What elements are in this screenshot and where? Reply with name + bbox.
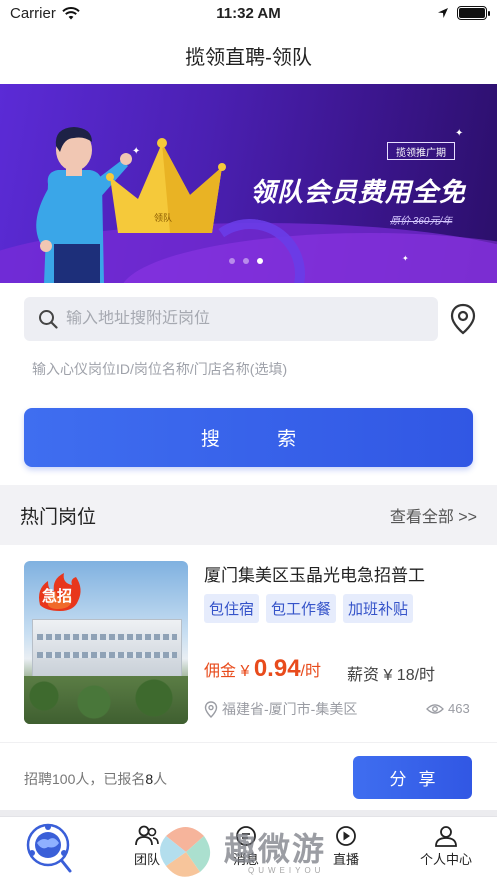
tab-profile[interactable]: 个人中心 xyxy=(420,825,472,868)
nav-bar: 揽领直聘-领队 xyxy=(0,26,497,84)
recruit-info-prefix: 招聘100人，已报名 xyxy=(24,771,146,787)
address-search-input[interactable] xyxy=(66,310,426,328)
signed-up-count: 8 xyxy=(145,771,154,787)
tab-profile-label: 个人中心 xyxy=(420,852,473,867)
sparkle-icon: ✦ xyxy=(132,146,141,157)
team-icon xyxy=(135,825,159,846)
crown-illustration: 领队 xyxy=(106,138,226,233)
factory-building xyxy=(32,619,182,677)
eye-icon xyxy=(426,703,444,714)
tab-team[interactable]: 团队 xyxy=(134,825,160,868)
promo-banner[interactable]: 领队 ✦ ✦ ✦ 揽领推广期 领队会员费用全免 原价 360元/年 xyxy=(0,84,497,283)
recruit-info-suffix: 人 xyxy=(153,771,168,787)
search-section: 搜 索 xyxy=(0,283,497,485)
tab-bar: 团队 消息 直播 个人中心 xyxy=(0,816,497,883)
app-screen: Carrier 11:32 AM 揽领直聘-领队 领队 ✦ ✦ ✦ 揽领推广期 … xyxy=(0,0,497,883)
recruit-info: 招聘100人，已报名8人 xyxy=(24,769,167,789)
profile-icon xyxy=(435,826,457,847)
crown-label: 领队 xyxy=(154,212,172,223)
original-price: 原价 360元/年 xyxy=(390,216,453,227)
job-location: 福建省-厦门市-集美区 xyxy=(204,699,357,719)
urgent-label: 急招 xyxy=(42,588,73,605)
hot-jobs-title: 热门岗位 xyxy=(20,506,97,528)
status-left: Carrier xyxy=(10,5,80,22)
job-tags: 包住宿 包工作餐 加班补贴 xyxy=(204,594,414,623)
sparkle-icon: ✦ xyxy=(455,128,464,139)
live-icon xyxy=(336,826,356,846)
carousel-dot[interactable] xyxy=(243,258,249,264)
urgent-badge: 急招 xyxy=(34,571,86,613)
salary: 薪资 ¥ 18/时 xyxy=(347,667,436,684)
wifi-icon xyxy=(62,6,80,19)
job-thumbnail: 急招 xyxy=(24,561,188,724)
location-arrow-icon xyxy=(438,8,448,18)
view-count-value: 463 xyxy=(448,701,470,716)
battery-level xyxy=(459,8,485,18)
recruit-row: 招聘100人，已报名8人 分享 xyxy=(0,742,497,810)
tab-live-label: 直播 xyxy=(333,852,360,867)
commission-currency: ¥ xyxy=(240,663,250,680)
tab-home[interactable] xyxy=(24,821,74,877)
commission-unit: /时 xyxy=(300,663,321,680)
job-tag: 加班补贴 xyxy=(343,594,414,623)
hot-jobs-header: 热门岗位 查看全部 >> xyxy=(0,485,497,545)
trees xyxy=(24,676,188,724)
job-title[interactable]: 厦门集美区玉晶光电急招普工 xyxy=(204,561,425,586)
location-text: 福建省-厦门市-集美区 xyxy=(222,701,358,717)
search-button[interactable]: 搜 索 xyxy=(24,408,473,467)
commission: 佣金 ¥ 0.94/时 xyxy=(204,655,321,683)
tab-message[interactable]: 消息 xyxy=(233,825,259,868)
battery-icon xyxy=(457,6,490,20)
tab-live[interactable]: 直播 xyxy=(333,825,359,868)
location-pin-icon xyxy=(204,700,218,718)
job-card[interactable]: 急招 厦门集美区玉晶光电急招普工 包住宿 包工作餐 加班补贴 佣金 ¥ 0.94… xyxy=(0,545,497,742)
carousel-dots xyxy=(229,258,263,264)
page-title: 揽领直聘-领队 xyxy=(185,46,312,69)
message-icon xyxy=(236,826,256,846)
view-count: 463 xyxy=(426,701,470,716)
carousel-dot-active[interactable] xyxy=(257,258,263,264)
banner-headline: 领队会员费用全免 xyxy=(250,177,467,207)
keyword-input[interactable] xyxy=(32,361,472,377)
home-globe-icon xyxy=(26,823,72,873)
job-tag: 包工作餐 xyxy=(266,594,337,623)
address-search-box[interactable] xyxy=(24,297,438,341)
tab-message-label: 消息 xyxy=(233,852,260,867)
status-bar: Carrier 11:32 AM xyxy=(0,0,497,26)
status-right xyxy=(437,6,490,20)
tab-team-label: 团队 xyxy=(134,852,161,867)
view-all-link[interactable]: 查看全部 >> xyxy=(390,503,477,527)
search-icon xyxy=(39,310,58,329)
location-pin-icon[interactable] xyxy=(449,303,477,335)
commission-label: 佣金 xyxy=(204,663,237,680)
share-button[interactable]: 分享 xyxy=(353,756,472,799)
promo-period-tag: 揽领推广期 xyxy=(387,142,455,160)
commission-value: 0.94 xyxy=(253,655,301,682)
carousel-dot[interactable] xyxy=(229,258,235,264)
carrier-label: Carrier xyxy=(10,4,56,22)
sparkle-icon: ✦ xyxy=(402,254,409,263)
job-tag: 包住宿 xyxy=(204,594,260,623)
